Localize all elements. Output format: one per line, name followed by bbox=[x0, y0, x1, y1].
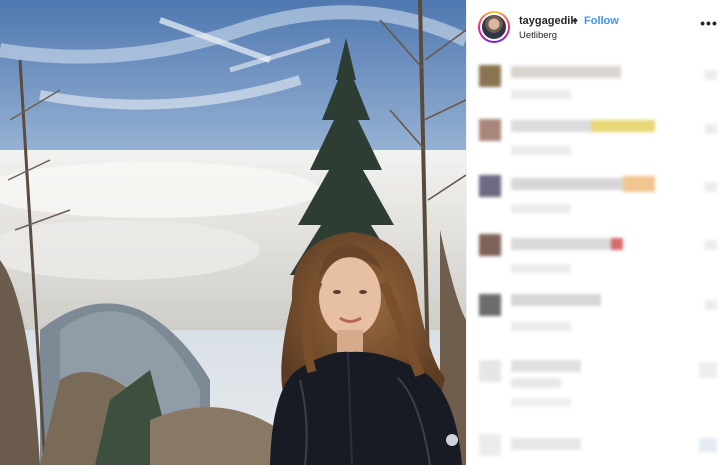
list-item bbox=[479, 354, 719, 414]
separator-dot: • bbox=[574, 15, 578, 27]
comment-text-blur bbox=[511, 238, 611, 250]
comment-text-blur bbox=[511, 178, 623, 190]
list-item bbox=[479, 172, 719, 222]
comment-emoji-blur bbox=[611, 238, 623, 250]
follow-button[interactable]: Follow bbox=[584, 15, 619, 27]
comment-avatar bbox=[479, 234, 501, 256]
like-comment-icon[interactable] bbox=[699, 438, 717, 452]
comment-avatar bbox=[479, 360, 501, 382]
like-comment-icon[interactable] bbox=[699, 362, 717, 378]
comment-emoji-blur bbox=[591, 120, 655, 132]
comment-avatar bbox=[479, 294, 501, 316]
comment-avatar bbox=[479, 434, 501, 456]
like-comment-icon[interactable] bbox=[705, 182, 717, 192]
comment-meta-blur bbox=[511, 146, 571, 155]
list-item bbox=[479, 432, 719, 462]
like-comment-icon[interactable] bbox=[705, 300, 717, 310]
like-comment-icon[interactable] bbox=[705, 70, 717, 80]
post-photo[interactable] bbox=[0, 0, 466, 465]
comment-text-blur bbox=[511, 120, 591, 132]
comment-text-blur bbox=[511, 360, 581, 372]
post-photo-image bbox=[0, 0, 466, 465]
comment-emoji-blur bbox=[623, 176, 655, 192]
comment-text-blur bbox=[511, 378, 561, 388]
list-item bbox=[479, 290, 719, 340]
list-item bbox=[479, 230, 719, 280]
comment-avatar bbox=[479, 175, 501, 197]
username-link[interactable]: taygagedik bbox=[519, 15, 576, 27]
list-item bbox=[479, 116, 719, 166]
location-link[interactable]: Uetliberg bbox=[519, 30, 557, 41]
list-item bbox=[479, 62, 719, 112]
comment-meta-blur bbox=[511, 264, 571, 273]
avatar[interactable] bbox=[480, 13, 508, 41]
comment-avatar bbox=[479, 65, 501, 87]
like-comment-icon[interactable] bbox=[705, 124, 717, 134]
comment-text-blur bbox=[511, 438, 581, 450]
comment-meta-blur bbox=[511, 322, 571, 331]
comment-meta-blur bbox=[511, 90, 571, 99]
comment-text-blur bbox=[511, 294, 601, 306]
comment-avatar bbox=[479, 119, 501, 141]
profile-avatar-ring[interactable] bbox=[478, 11, 510, 43]
comment-meta-blur bbox=[511, 204, 571, 213]
comment-text-blur bbox=[511, 66, 621, 78]
like-comment-icon[interactable] bbox=[705, 240, 717, 250]
post-header: taygagedik • Follow Uetliberg ••• bbox=[467, 0, 728, 54]
post-sidebar: taygagedik • Follow Uetliberg ••• bbox=[466, 0, 728, 465]
more-options-icon[interactable]: ••• bbox=[700, 16, 718, 32]
comment-meta-blur bbox=[511, 398, 571, 407]
comments-list bbox=[467, 54, 728, 465]
